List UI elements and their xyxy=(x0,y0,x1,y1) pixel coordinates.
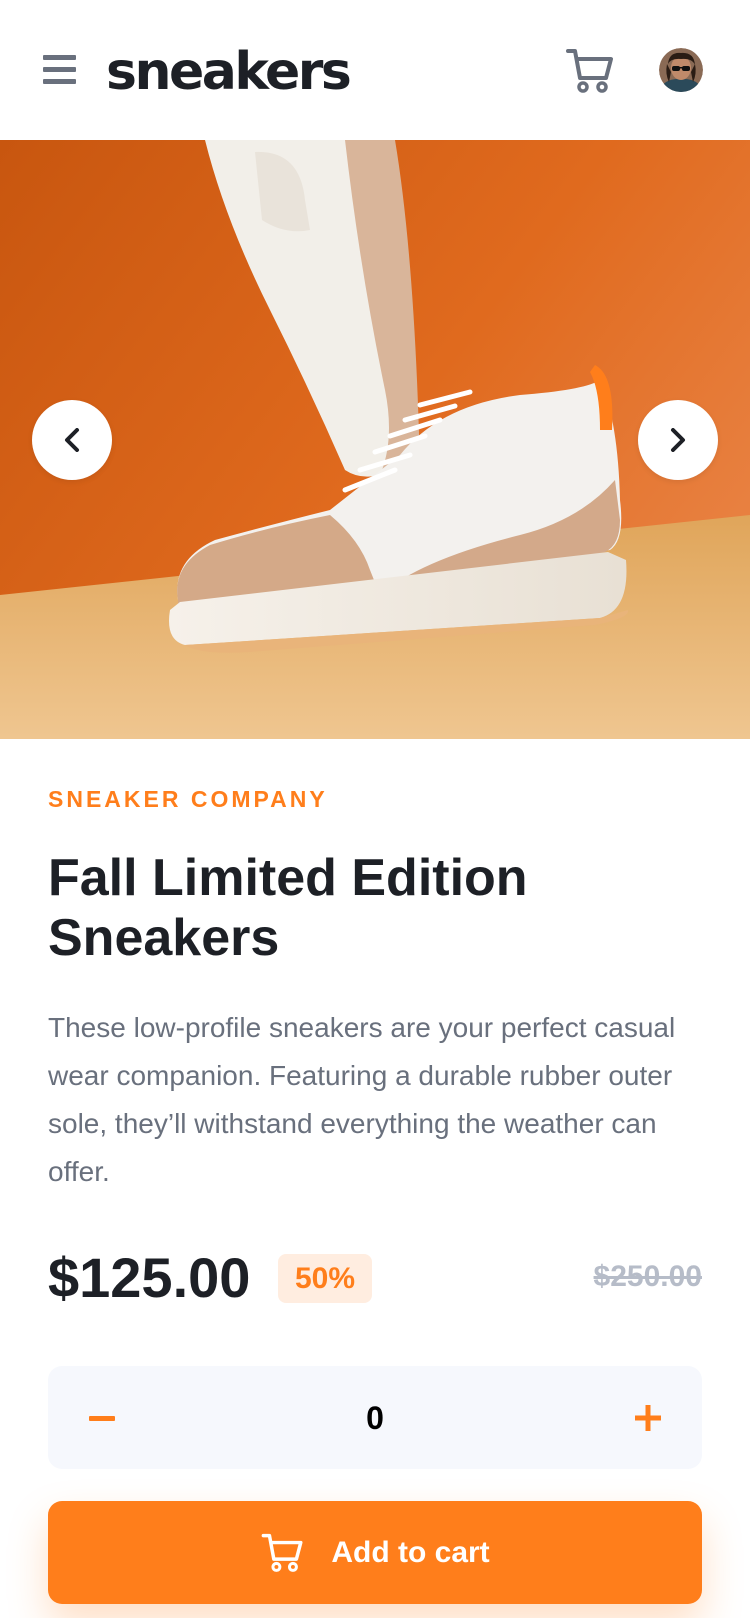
current-price: $125.00 xyxy=(48,1246,251,1309)
header: sneakers xyxy=(0,0,750,140)
chevron-left-icon xyxy=(65,428,79,452)
chevron-right-icon xyxy=(671,428,685,452)
product-title-line1: Fall Limited Edition xyxy=(48,849,528,907)
cart-icon xyxy=(261,1533,303,1572)
gallery-next-button[interactable] xyxy=(638,400,718,480)
logo[interactable]: sneakers xyxy=(106,38,352,106)
product-description: These low-profile sneakers are your perf… xyxy=(48,1012,676,1187)
quantity-decrease-button[interactable] xyxy=(68,1384,136,1452)
user-avatar[interactable] xyxy=(659,48,703,92)
product-title-line2: Sneakers xyxy=(48,909,280,967)
quantity-stepper: 0 xyxy=(48,1366,702,1469)
add-to-cart-label: Add to cart xyxy=(331,1535,490,1569)
product-gallery xyxy=(0,140,750,739)
add-to-cart-button[interactable]: Add to cart xyxy=(48,1501,702,1604)
hamburger-menu-icon[interactable] xyxy=(43,55,76,86)
plus-icon xyxy=(635,1405,661,1431)
original-price: $250.00 xyxy=(593,1260,702,1293)
discount-badge: 50% xyxy=(278,1254,372,1303)
cart-icon[interactable] xyxy=(566,48,614,94)
minus-icon xyxy=(89,1415,115,1421)
product-title: Fall Limited Edition Sneakers xyxy=(48,848,688,968)
quantity-value: 0 xyxy=(366,1400,384,1436)
company-name: SNEAKER COMPANY xyxy=(48,786,328,812)
gallery-prev-button[interactable] xyxy=(32,400,112,480)
quantity-increase-button[interactable] xyxy=(614,1384,682,1452)
